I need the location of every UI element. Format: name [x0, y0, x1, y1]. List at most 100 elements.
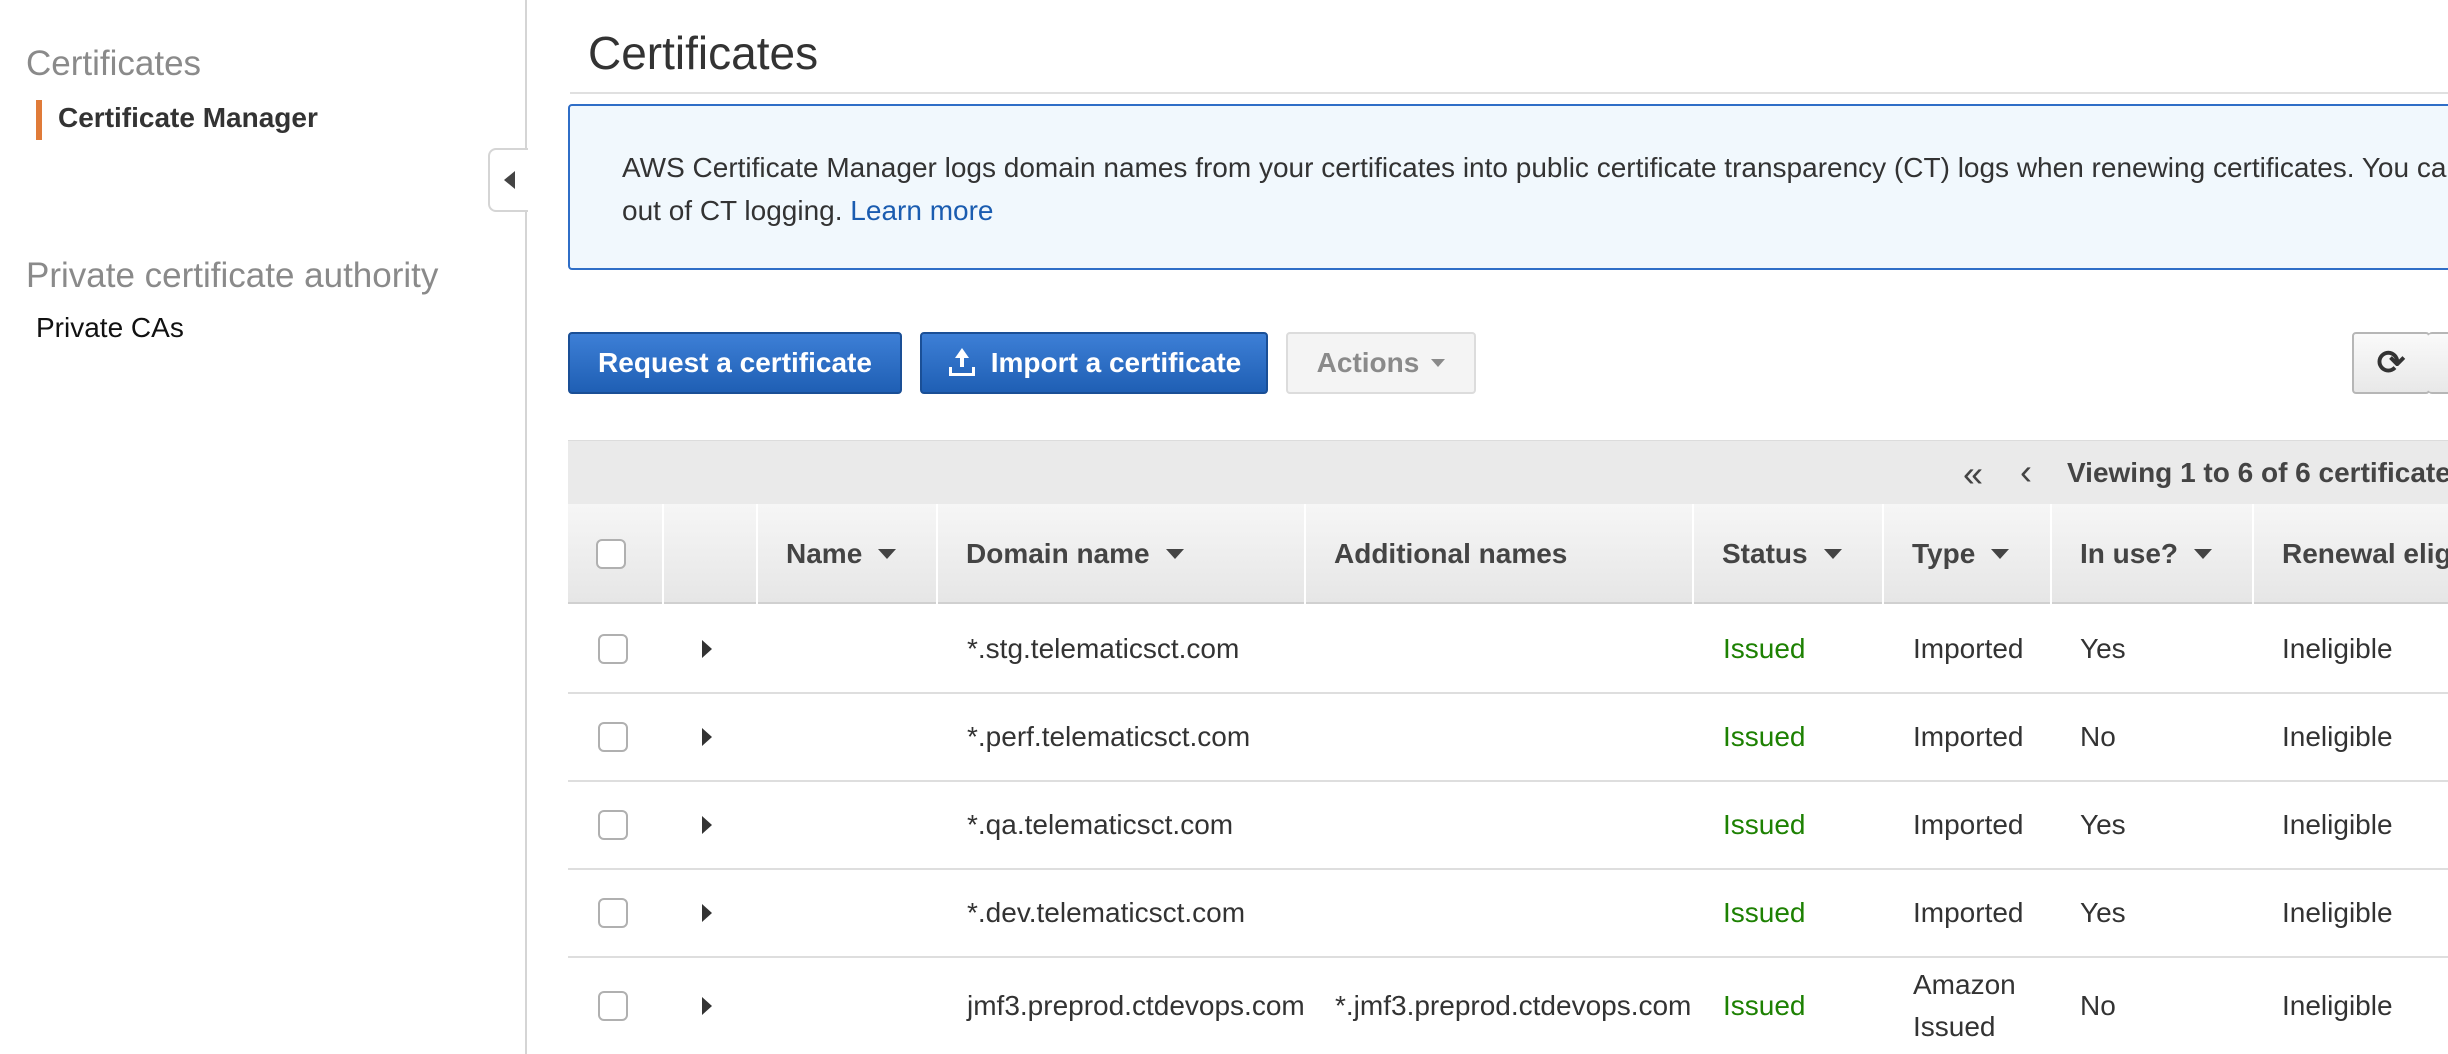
- cell-status: Issued: [1723, 633, 1806, 664]
- table-row[interactable]: *.stg.telematicsct.com Issued Imported Y…: [568, 606, 2448, 694]
- cell-renewal-eligibility: Ineligible: [2282, 721, 2393, 752]
- row-select-cell: [598, 606, 628, 692]
- info-banner-text: AWS Certificate Manager logs domain name…: [622, 146, 2448, 232]
- row-select-cell: [598, 694, 628, 780]
- expand-row-icon[interactable]: [702, 728, 712, 746]
- cell-in-use: Yes: [2080, 897, 2126, 928]
- cell-in-use: No: [2080, 721, 2116, 752]
- sort-down-icon: [2194, 549, 2213, 559]
- cell-status: Issued: [1723, 897, 1806, 928]
- table-header: Name Domain name Additional names Status…: [568, 504, 2448, 604]
- column-header-renewal-eligibility[interactable]: Renewal eligibility: [2252, 504, 2448, 604]
- select-all-cell: [568, 504, 662, 604]
- cell-domain-name: *.dev.telematicsct.com: [967, 897, 1246, 928]
- sidebar-collapse-button[interactable]: [488, 148, 528, 212]
- table-row[interactable]: *.dev.telematicsct.com Issued Imported Y…: [568, 870, 2448, 958]
- cell-renewal-eligibility: Ineligible: [2282, 809, 2393, 840]
- table-row[interactable]: *.qa.telematicsct.com Issued Imported Ye…: [568, 782, 2448, 870]
- import-certificate-button[interactable]: Import a certificate: [920, 332, 1268, 394]
- row-select-cell: [598, 958, 628, 1054]
- chevron-down-icon: [1431, 359, 1446, 367]
- settings-button[interactable]: [2428, 332, 2448, 394]
- learn-more-link[interactable]: Learn more: [850, 195, 993, 226]
- sidebar-heading-private-ca: Private certificate authority: [26, 256, 439, 295]
- row-select-cell: [598, 870, 628, 956]
- row-checkbox[interactable]: [598, 634, 628, 664]
- sort-down-icon: [1165, 549, 1184, 559]
- import-certificate-label: Import a certificate: [990, 347, 1242, 378]
- divider: [570, 92, 2448, 94]
- cell-type: Amazon Issued: [1913, 969, 2016, 1042]
- cell-in-use: Yes: [2080, 633, 2126, 664]
- upload-icon: [947, 348, 977, 378]
- column-header-name[interactable]: Name: [756, 504, 936, 604]
- column-header-label: Name: [786, 538, 863, 569]
- cell-domain-name: jmf3.preprod.ctdevops.com: [967, 990, 1305, 1021]
- expand-row-icon[interactable]: [702, 816, 712, 834]
- cell-domain-name: *.stg.telematicsct.com: [967, 633, 1240, 664]
- table-row[interactable]: jmf3.preprod.ctdevops.com *.jmf3.preprod…: [568, 958, 2448, 1054]
- cell-in-use: Yes: [2080, 809, 2126, 840]
- cell-type: Imported: [1913, 721, 2024, 752]
- page-title: Certificates: [588, 27, 819, 79]
- cell-status: Issued: [1723, 809, 1806, 840]
- row-expand-cell: [702, 694, 712, 780]
- row-expand-cell: [702, 958, 712, 1054]
- refresh-button[interactable]: ⟳: [2352, 332, 2430, 394]
- sidebar-heading-certificates: Certificates: [26, 44, 202, 83]
- expand-row-icon[interactable]: [702, 904, 712, 922]
- sort-down-icon: [1823, 549, 1842, 559]
- select-all-checkbox[interactable]: [596, 539, 626, 569]
- actions-dropdown[interactable]: Actions: [1286, 332, 1476, 394]
- expand-row-icon[interactable]: [702, 640, 712, 658]
- cell-domain-name: *.perf.telematicsct.com: [967, 721, 1251, 752]
- column-header-status[interactable]: Status: [1692, 504, 1882, 604]
- chevron-left-icon: [503, 171, 515, 189]
- column-header-type[interactable]: Type: [1882, 504, 2050, 604]
- cell-renewal-eligibility: Ineligible: [2282, 897, 2393, 928]
- row-expand-cell: [702, 606, 712, 692]
- expand-row-icon[interactable]: [702, 997, 712, 1015]
- sort-down-icon: [1991, 549, 2010, 559]
- row-expand-cell: [702, 870, 712, 956]
- column-header-label: Renewal eligibility: [2282, 538, 2448, 569]
- row-checkbox[interactable]: [598, 722, 628, 752]
- column-header-label: Additional names: [1334, 538, 1568, 569]
- cell-type: Imported: [1913, 809, 2024, 840]
- row-checkbox[interactable]: [598, 898, 628, 928]
- cell-renewal-eligibility: Ineligible: [2282, 633, 2393, 664]
- pagination-bar: « ‹ Viewing 1 to 6 of 6 certificates: [568, 440, 2448, 504]
- column-header-domain-name[interactable]: Domain name: [936, 504, 1304, 604]
- table-row[interactable]: *.perf.telematicsct.com Issued Imported …: [568, 694, 2448, 782]
- request-certificate-label: Request a certificate: [598, 347, 872, 378]
- cell-status: Issued: [1723, 721, 1806, 752]
- sidebar-item-private-cas[interactable]: Private CAs: [36, 312, 184, 344]
- info-banner: AWS Certificate Manager logs domain name…: [568, 104, 2448, 270]
- column-header-label: Domain name: [966, 538, 1150, 569]
- expand-column-header: [662, 504, 756, 604]
- sidebar-item-certificate-manager[interactable]: Certificate Manager: [36, 100, 318, 140]
- pagination-status: Viewing 1 to 6 of 6 certificates: [2067, 457, 2448, 488]
- refresh-icon: ⟳: [2376, 344, 2406, 382]
- cell-additional-names: *.jmf3.preprod.ctdevops.com: [1335, 990, 1692, 1021]
- row-expand-cell: [702, 782, 712, 868]
- cell-status: Issued: [1723, 990, 1806, 1021]
- column-header-in-use[interactable]: In use?: [2050, 504, 2252, 604]
- first-page-icon[interactable]: «: [1963, 453, 1983, 495]
- column-header-label: Status: [1722, 538, 1808, 569]
- row-checkbox[interactable]: [598, 810, 628, 840]
- column-header-label: Type: [1912, 538, 1976, 569]
- cell-in-use: No: [2080, 990, 2116, 1021]
- sort-down-icon: [878, 549, 897, 559]
- sidebar: Certificates Certificate Manager Private…: [0, 0, 527, 1054]
- actions-label: Actions: [1316, 347, 1420, 378]
- request-certificate-button[interactable]: Request a certificate: [568, 332, 902, 394]
- column-header-label: In use?: [2080, 538, 2179, 569]
- row-checkbox[interactable]: [598, 991, 628, 1021]
- cell-type: Imported: [1913, 633, 2024, 664]
- cell-type: Imported: [1913, 897, 2024, 928]
- previous-page-icon[interactable]: ‹: [2020, 451, 2032, 493]
- column-header-additional-names[interactable]: Additional names: [1304, 504, 1692, 604]
- row-select-cell: [598, 782, 628, 868]
- cell-renewal-eligibility: Ineligible: [2282, 990, 2393, 1021]
